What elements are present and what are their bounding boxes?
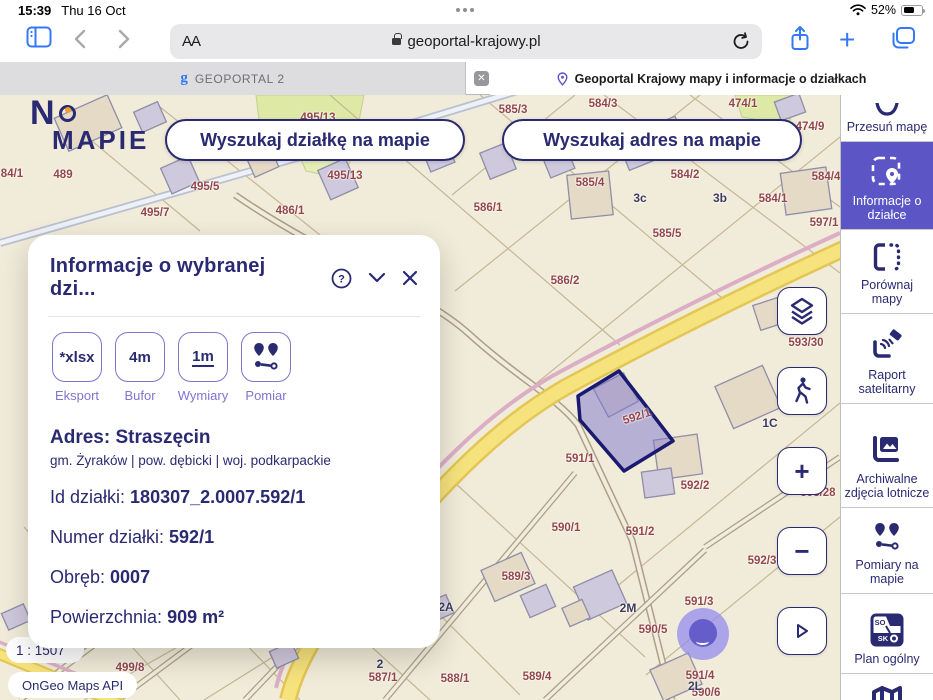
battery-percent: 52% [870, 3, 896, 17]
sidebar-item-pins[interactable]: Pomiary na mapie [841, 508, 933, 594]
action-label: Wymiary [177, 388, 229, 403]
help-icon[interactable]: ? [331, 268, 352, 289]
action-eksport[interactable]: *xlsx Eksport [50, 332, 104, 403]
svg-text:SK: SK [878, 634, 889, 643]
sidebar-item-label: Raport satelitarny [858, 367, 916, 397]
sidebar-item-compare[interactable]: Porównaj mapy [841, 230, 933, 314]
sidebar-item-plan[interactable]: SO SK Plan ogólny [841, 594, 933, 674]
lock-icon [392, 33, 402, 45]
info-row: Id działki: 180307_2.0007.592/1 [50, 487, 306, 507]
geoportal-logo: g [180, 70, 188, 86]
status-date: Thu 16 Oct [61, 3, 126, 18]
sidebar-item-map[interactable] [841, 674, 933, 700]
search-address-button[interactable]: Wyszukaj adres na mapie [502, 119, 802, 161]
sidebar-item-label: Plan ogólny [854, 652, 920, 667]
street-view-button[interactable] [777, 367, 827, 415]
zoom-out-button[interactable]: − [777, 527, 827, 575]
info-row: Obręb: 0007 [50, 567, 151, 587]
new-tab-button[interactable]: + [839, 24, 855, 56]
site-logo: N MAPIE [30, 94, 150, 155]
info-row: Obwód: 123 m [50, 647, 418, 648]
browser-toolbar: AA geoportal-krajowy.pl + [0, 20, 933, 62]
multitask-dots-icon [456, 8, 474, 12]
tabs-overview-icon[interactable] [890, 26, 916, 50]
map-icon [869, 682, 905, 700]
status-bar: 15:39 Thu 16 Oct 52% [0, 0, 933, 22]
sidebar-item-label: Porównaj mapy [860, 277, 914, 307]
action-label: Bufor [124, 388, 156, 403]
map-pin-icon [557, 71, 568, 86]
zoom-in-button[interactable]: + [777, 447, 827, 495]
close-icon[interactable] [402, 270, 418, 286]
layers-button[interactable] [777, 287, 827, 335]
parcel-info-icon [869, 154, 905, 190]
chat-button[interactable] [677, 608, 729, 660]
sidebar-item-label: Informacje o działce [852, 193, 922, 223]
tools-sidebar: Przesuń mapę Informacje o działce Porównaj… [840, 95, 933, 700]
action-bufor[interactable]: 4m Bufor [113, 332, 167, 403]
action-label: Eksport [54, 388, 100, 403]
collapse-chevron-icon[interactable] [368, 272, 386, 284]
parcel-info-panel: Informacje o wybranej dzi... ? *xlsx Eksp… [28, 235, 440, 648]
pan-right-button[interactable] [777, 607, 827, 655]
svg-text:SO: SO [875, 618, 886, 627]
satellite-icon [869, 328, 905, 364]
action-pomiar[interactable]: Pomiar [239, 332, 293, 403]
sidebar-item-label: Przesuń mapę [846, 120, 928, 135]
plan-icon: SO SK [869, 612, 905, 648]
reload-button[interactable] [733, 32, 750, 51]
url-text: geoportal-krajowy.pl [407, 33, 541, 50]
tab-strip: g GEOPORTAL 2 ✕ Geoportal Krajowy mapy i… [0, 62, 933, 95]
url-bar[interactable]: AA geoportal-krajowy.pl [170, 24, 762, 59]
tab-close-button[interactable]: ✕ [474, 71, 489, 86]
action-label: Pomiar [245, 388, 287, 403]
sidebar-item-satellite[interactable]: Raport satelitarny [841, 314, 933, 404]
archive-icon [869, 432, 905, 468]
sidebar-item-label: Pomiary na mapie [855, 557, 919, 587]
pins-icon [870, 520, 904, 554]
share-icon[interactable] [789, 25, 811, 53]
info-row: Powierzchnia: 909 m² [50, 607, 225, 627]
hand-icon [872, 103, 902, 116]
tab-geoportal-krajowy[interactable]: Geoportal Krajowy mapy i informacje o dz… [490, 62, 933, 95]
compare-icon [870, 240, 904, 274]
search-parcel-button[interactable]: Wyszukaj działkę na mapie [165, 119, 465, 161]
tab-geoportal2[interactable]: g GEOPORTAL 2 [0, 62, 466, 95]
sidebar-item-label: Archiwalne zdjęcia lotnicze [844, 471, 930, 501]
back-button[interactable] [72, 29, 88, 49]
svg-text:?: ? [338, 273, 345, 285]
sidebar-item-parcel-info[interactable]: Informacje o działce [841, 142, 933, 230]
panel-title: Informacje o wybranej dzi... [50, 255, 266, 300]
action-wymiary[interactable]: 1m Wymiary [176, 332, 230, 403]
reader-mode-button[interactable]: AA [182, 33, 201, 50]
battery-icon [901, 4, 925, 16]
address-line: Adres: Straszęcin [50, 427, 211, 448]
sidebar-item-hand[interactable]: Przesuń mapę [841, 95, 933, 142]
forward-button[interactable] [116, 29, 132, 49]
address-subline: gm. Żyraków | pow. dębicki | woj. podkar… [50, 453, 331, 468]
sidebar-toggle-icon[interactable] [26, 26, 52, 48]
info-row: Numer działki: 592/1 [50, 527, 215, 547]
sidebar-item-archive[interactable]: Archiwalne zdjęcia lotnicze [841, 404, 933, 508]
map-attribution: OnGeo Maps API [8, 672, 138, 698]
logo-pin-icon [58, 104, 76, 122]
status-time: 15:39 [18, 3, 52, 18]
wifi-icon [850, 4, 866, 16]
